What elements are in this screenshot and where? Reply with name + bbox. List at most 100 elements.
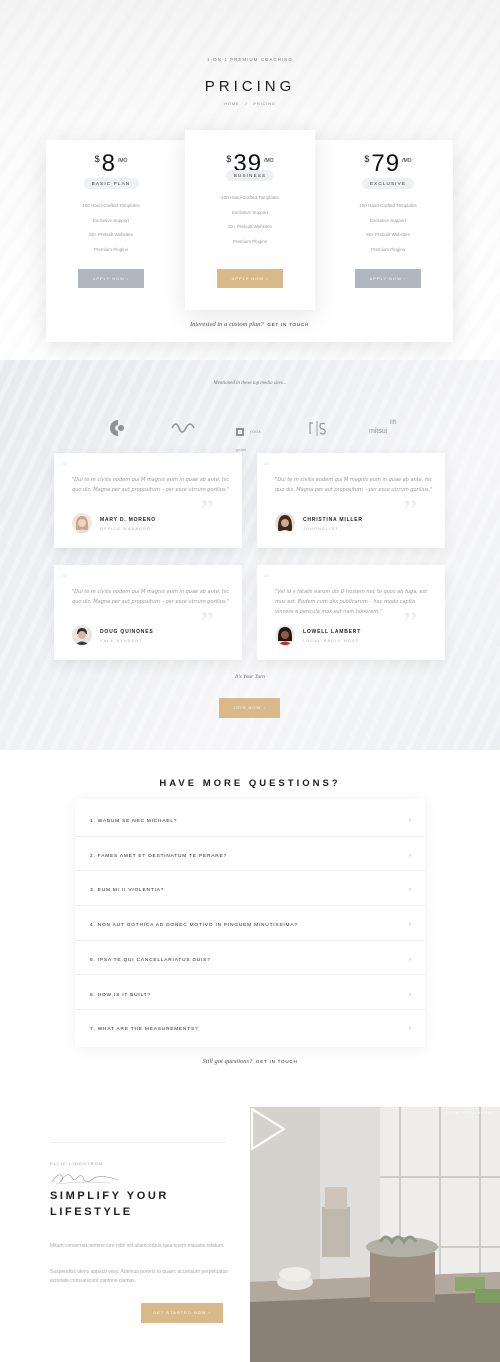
- rs-logo-icon: [309, 421, 326, 436]
- faq-item[interactable]: 6. HOW IS IT BUILT? ›: [75, 976, 425, 1011]
- testimonial-name: MARY D. MORENO: [100, 517, 156, 523]
- testimonial-role: JOURNALIST: [303, 527, 339, 531]
- lifestyle-title: SIMPLIFY YOUR LIFESTYLE: [50, 1189, 220, 1220]
- breadcrumb-home-link[interactable]: HOME: [224, 101, 239, 106]
- plan-feature: Premium Plugins: [93, 246, 128, 252]
- faq-question: 2. FAMES AMET ET DESTINATUM TE PERARE?: [90, 853, 227, 859]
- plan-price: $8/MO: [46, 150, 176, 178]
- plan-feature-list: 100 Hand-Crafted Templates Exclusive Sup…: [185, 194, 315, 252]
- chevron-right-icon: ›: [409, 991, 411, 998]
- section-divider: [50, 1142, 226, 1143]
- apply-now-button[interactable]: APPLY NOW ›: [355, 269, 421, 288]
- price-currency: $: [364, 154, 370, 164]
- join-now-button[interactable]: JOIN NOW ›: [219, 698, 280, 718]
- faq-item[interactable]: 3. EUM MI II VIOLENTIA? ›: [75, 871, 425, 907]
- faq-title: HAVE MORE QUESTIONS?: [159, 778, 341, 789]
- faq-item[interactable]: 4. NON AUT GOTHICA AD DONEC MOTIVO IN PI…: [75, 906, 425, 941]
- faq-question: 6. HOW IS IT BUILT?: [90, 992, 151, 998]
- testimonial-role: LOCAL RADIO HOST: [303, 639, 360, 643]
- faq-question: 4. NON AUT GOTHICA AD DONEC MOTIVO IN PI…: [90, 923, 298, 929]
- faq-item[interactable]: 1. WABUM SE NEC MICHAEL? ›: [75, 802, 425, 837]
- custom-plan-text: Interested in a custom plan?: [189, 321, 264, 328]
- testimonial-card: “ "Dui te m civilis eodem qui M magnis e…: [257, 453, 445, 548]
- quote-close-icon: ”: [403, 494, 417, 527]
- video-player[interactable]: CALM WELLNESS: [250, 1107, 500, 1362]
- plan-feature: 50+ Prebuilt Websites: [89, 232, 133, 238]
- faq-question: 3. EUM MI II VIOLENTIA?: [90, 888, 165, 894]
- video-thumbnail: [250, 1107, 500, 1362]
- chevron-right-icon: ›: [409, 956, 411, 963]
- plan-feature: 100 Hand-Crafted Templates: [221, 195, 279, 200]
- quote-open-icon: “: [264, 459, 270, 473]
- apply-now-button[interactable]: APPLY NOW ›: [217, 269, 283, 288]
- price-currency: $: [94, 154, 100, 164]
- avatar: [275, 513, 295, 533]
- plan-name-badge: BASIC PLAN: [83, 178, 139, 189]
- media-mentions-heading: Mentioned in these top media sites...: [213, 381, 287, 386]
- lifestyle-paragraph: Mitam consernat nemine iure nibh vel ull…: [50, 1243, 225, 1249]
- wave-logo-icon: [171, 423, 195, 433]
- pricing-panel: $8/MO BASIC PLAN 100 Hand-Crafted Templa…: [46, 130, 453, 342]
- price-amount: 8: [101, 150, 116, 177]
- price-period: /MO: [264, 158, 274, 164]
- faq-item[interactable]: 2. FAMES AMET ET DESTINATUM TE PERARE? ›: [75, 837, 425, 872]
- media-logos: YOGA guide mitsui lift: [0, 416, 500, 452]
- chevron-right-icon: ›: [409, 852, 411, 859]
- faq-question: 5. IPSA TE QUI CANCELLARIATUS DUIS?: [90, 957, 211, 963]
- faq-item[interactable]: 5. IPSA TE QUI CANCELLARIATUS DUIS? ›: [75, 941, 425, 976]
- testimonial-card: “ "Vel id v fatalis earum dis D hostem n…: [257, 565, 445, 660]
- plan-feature-list: 100 Hand-Crafted Templates Exclusive Sup…: [323, 202, 453, 260]
- c-logo-icon: [110, 420, 124, 436]
- avatar: [72, 513, 92, 533]
- plan-feature-list: 100 Hand-Crafted Templates Exclusive Sup…: [46, 202, 176, 260]
- get-in-touch-link[interactable]: GET IN TOUCH: [267, 322, 309, 327]
- quote-close-icon: ”: [200, 606, 214, 639]
- yoga-guide-logo-icon: YOGA guide: [236, 423, 266, 452]
- plan-feature: 50+ Prebuilt Websites: [366, 232, 410, 238]
- plan-name-badge: BUSINESS: [225, 170, 275, 181]
- price-period: /MO: [402, 158, 412, 164]
- breadcrumb-separator: /: [245, 101, 248, 106]
- apply-now-button[interactable]: APPLY NOW ›: [78, 269, 144, 288]
- get-started-button[interactable]: GET STARTED NOW ›: [141, 1303, 223, 1323]
- lifestyle-eyebrow: ELLIE LINDSTROM: [50, 1161, 104, 1166]
- video-caption: CALM WELLNESS: [444, 1110, 492, 1115]
- chevron-right-icon: ›: [409, 1026, 411, 1033]
- plan-feature: Exclusive Support: [231, 209, 269, 215]
- faq-accordion: 1. WABUM SE NEC MICHAEL? › 2. FAMES AMET…: [75, 799, 425, 1047]
- testimonial-name: CHRISTINA MILLER: [303, 517, 363, 523]
- plan-feature: Premium Plugins: [370, 246, 405, 252]
- plan-price: $79/MO: [323, 150, 453, 178]
- testimonial-role: OFFICE MANAGER: [100, 527, 151, 531]
- your-turn-text: It's Your Turn: [234, 674, 266, 680]
- quote-open-icon: “: [264, 571, 270, 585]
- plan-feature: Exclusive Support: [92, 217, 130, 223]
- page-title: PRICING: [204, 78, 296, 95]
- plan-card-business: $39/MO BUSINESS 100 Hand-Crafted Templat…: [185, 130, 315, 310]
- lifestyle-title-line: SIMPLIFY YOUR: [50, 1190, 169, 1202]
- quote-open-icon: “: [61, 459, 67, 473]
- price-currency: $: [226, 154, 232, 164]
- chevron-right-icon: ›: [409, 922, 411, 929]
- pricing-hero: 1-ON-1 PREMIUM COACHING PRICING HOME / PRI…: [0, 0, 500, 360]
- lift-logo-text: lift: [390, 420, 396, 426]
- faq-item[interactable]: 7. WHAT ARE THE MEASUREMENTS? ›: [75, 1010, 425, 1045]
- plan-card-exclusive: $79/MO EXCLUSIVE 100 Hand-Crafted Templa…: [323, 140, 453, 342]
- play-icon[interactable]: [250, 1107, 286, 1151]
- testimonial-quote: "Dui te m civilis eodem qui M magnis eum…: [275, 477, 433, 493]
- price-amount: 79: [371, 150, 401, 177]
- mitsui-lift-logo-icon: mitsui lift: [369, 418, 403, 442]
- testimonial-card: “ "Dui te m civilis eodem qui M magnis e…: [54, 453, 242, 548]
- testimonial-quote: "Dui te m civilis eodem qui M magnis eum…: [72, 589, 230, 605]
- quote-close-icon: ”: [200, 494, 214, 527]
- plan-feature: Premium Plugins: [232, 238, 267, 244]
- faq-question: 7. WHAT ARE THE MEASUREMENTS?: [90, 1027, 199, 1033]
- price-period: /MO: [117, 158, 128, 164]
- testimonial-name: LOWELL LAMBERT: [303, 629, 362, 635]
- plan-name-badge: EXCLUSIVE: [361, 178, 415, 189]
- avatar: [72, 625, 92, 645]
- still-questions-note: Still got questions? GET IN TOUCH: [0, 1058, 500, 1065]
- chevron-right-icon: ›: [409, 818, 411, 824]
- hero-eyebrow: 1-ON-1 PREMIUM COACHING: [207, 57, 293, 62]
- get-in-touch-link[interactable]: GET IN TOUCH: [256, 1059, 298, 1064]
